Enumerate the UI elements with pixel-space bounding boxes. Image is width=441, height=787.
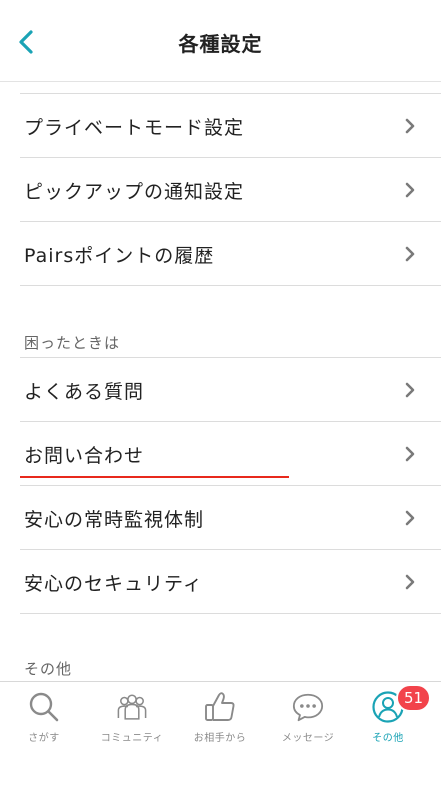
row-points-history[interactable]: Pairsポイントの履歴 (0, 222, 441, 286)
chevron-right-icon (405, 446, 415, 462)
tab-community[interactable]: コミュニティ (88, 682, 176, 756)
tab-label: メッセージ (281, 733, 335, 744)
row-label: よくある質問 (24, 380, 145, 403)
page-title: 各種設定 (178, 32, 263, 56)
row-security[interactable]: 安心のセキュリティ (0, 550, 441, 614)
chevron-right-icon (405, 118, 415, 134)
tab-likes[interactable]: お相手から (176, 682, 264, 756)
row-private-mode[interactable]: プライベートモード設定 (0, 94, 441, 158)
tab-label: コミュニティ (100, 733, 164, 744)
chevron-right-icon (405, 182, 415, 198)
speech-bubble-icon (291, 690, 325, 724)
notification-badge: 51 (396, 684, 432, 712)
tab-label: さがす (28, 733, 60, 744)
thumbs-up-icon (203, 690, 237, 724)
community-icon (115, 690, 149, 724)
tab-bar: さがす コミュニティ お相手から メッセージ その他 51 (0, 681, 441, 755)
settings-list: プライベートモード設定 ピックアップの通知設定 Pairsポイントの履歴 困った… (0, 93, 441, 614)
chevron-right-icon (405, 246, 415, 262)
chevron-right-icon (405, 382, 415, 398)
chevron-right-icon (405, 574, 415, 590)
row-label: プライベートモード設定 (24, 116, 245, 139)
tab-messages[interactable]: メッセージ (264, 682, 352, 756)
row-label: 安心の常時監視体制 (24, 508, 205, 531)
section-title: 困ったときは (24, 333, 121, 352)
row-label: Pairsポイントの履歴 (24, 244, 215, 267)
nav-header: 各種設定 (0, 0, 441, 82)
row-label: お問い合わせ (24, 444, 145, 467)
row-monitoring[interactable]: 安心の常時監視体制 (0, 486, 441, 550)
tab-label: お相手から (193, 733, 247, 744)
highlight-underline (20, 476, 289, 478)
section-header-trouble: 困ったときは (0, 326, 441, 358)
row-faq[interactable]: よくある質問 (0, 358, 441, 422)
tab-other[interactable]: その他 51 (344, 682, 432, 756)
row-pickup-notification[interactable]: ピックアップの通知設定 (0, 158, 441, 222)
search-icon (27, 690, 61, 724)
section-header-other: その他 (24, 660, 73, 678)
row-label: ピックアップの通知設定 (24, 180, 245, 203)
tab-search[interactable]: さがす (0, 682, 88, 756)
row-label: 安心のセキュリティ (24, 572, 203, 595)
tab-label: その他 (372, 733, 404, 744)
chevron-right-icon (405, 510, 415, 526)
